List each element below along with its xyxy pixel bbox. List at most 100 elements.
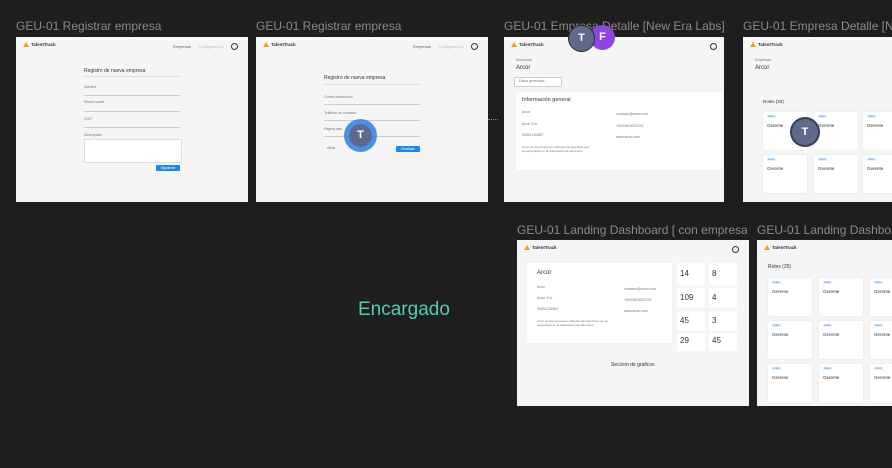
nav-configuracion[interactable]: Configuración [439,44,464,49]
stat-card: 14 [677,263,705,285]
role-card[interactable]: Activo Gerente [819,278,863,316]
stat-value: 8 [712,269,717,278]
back-button[interactable]: Atrás [327,146,335,150]
role-card[interactable]: Activo Gerente [768,278,812,316]
role-card[interactable]: Activo Gerente [768,321,812,359]
app-logo: TalentTrack [524,245,557,251]
role-title: Gerente [823,375,840,380]
field-label-razon-social: Razón social [84,100,105,104]
role-card[interactable]: Activo Gerente [768,364,812,402]
field-label-telefono: Teléfono de contacto [324,111,357,115]
collaborator-avatar-t[interactable]: T [568,25,595,52]
tab-datos-generales[interactable]: Datos generales [514,77,562,87]
stat-value: 3 [712,316,717,325]
info-card: Información general Arcor Arcor S.A. 305… [516,92,722,170]
connector-line [488,119,498,120]
role-card[interactable]: Activo Gerente [870,364,892,402]
nav-empresas[interactable]: Empresas [413,44,431,49]
field-value: Arcor [522,110,531,114]
frame-empresa-detalle-2[interactable]: TalentTrack Empresas Arcor Roles (25) Ac… [743,37,892,202]
field-value: Arcor [537,285,546,289]
frame-landing-dashboard-2[interactable]: TalentTrack Roles (25) Activo Gerente Ac… [757,240,892,406]
textarea-descripcion[interactable] [84,139,182,163]
input-cuit[interactable] [84,127,180,128]
role-badge: Activo [867,115,876,118]
frame-empresa-detalle-1[interactable]: TalentTrack Empresas Arcor Datos general… [504,37,724,202]
field-label-nombre: Nombre [84,85,97,89]
stat-card: 8 [709,263,737,285]
role-title: Gerente [874,375,891,380]
role-card[interactable]: Activo Gerente [763,155,807,193]
frame-title-4[interactable]: GEU-01 Empresa Detalle [New Era Labs] [743,19,892,33]
field-label-cuit: CUIT [84,117,93,121]
role-title: Gerente [767,123,784,128]
role-badge: Activo [767,158,776,161]
frame-title-3[interactable]: GEU-01 Empresa Detalle [New Era Labs] [504,19,724,33]
role-card[interactable]: Activo Gerente [814,155,858,193]
field-label-descripcion: Descripción [84,133,103,137]
canvas-text-encargado[interactable]: Encargado [358,299,450,321]
role-card[interactable]: Activo Gerente [819,364,863,402]
app-logo: TalentTrack [263,42,296,48]
form-heading: Registro de nueva empresa [84,68,146,74]
field-value: 30501234567 [537,307,559,311]
gear-icon[interactable] [710,43,717,50]
company-title: Arcor [537,270,552,276]
company-description: Arcor es una empresa multinacional argen… [522,145,590,153]
finish-button[interactable]: Finalizar [396,146,420,152]
stat-value: 45 [680,316,689,325]
next-button[interactable]: Siguiente [156,165,180,171]
breadcrumb[interactable]: Empresas [516,58,532,62]
roles-title: Roles (25) [768,264,792,270]
gear-icon[interactable] [231,43,238,50]
role-badge: Activo [772,367,781,370]
frame-registrar-empresa-2[interactable]: TalentTrack Empresas Configuración Regis… [256,37,488,202]
stat-card: 4 [709,288,737,308]
frame-landing-dashboard-1[interactable]: TalentTrack Arcor Arcor Arcor S.A. 30501… [517,240,749,406]
role-title: Gerente [772,375,789,380]
role-badge: Activo [818,158,827,161]
role-badge: Activo [772,281,781,284]
app-logo: TalentTrack [23,42,56,48]
stat-card: 45 [709,333,737,351]
gear-icon[interactable] [471,43,478,50]
field-value: contacto@arcor.com [616,112,649,116]
graph-section-label: Seccion de graficos [611,362,655,368]
logo-icon [750,42,756,48]
logo-icon [764,245,770,251]
role-card[interactable]: Activo Gerente [819,321,863,359]
breadcrumb[interactable]: Empresas [755,58,771,62]
role-card[interactable]: Activo Gerente [863,112,892,150]
input-correo[interactable] [324,104,420,105]
input-telefono[interactable] [324,120,420,121]
frame-registrar-empresa-1[interactable]: TalentTrack Empresas Configuración Regis… [16,37,248,202]
role-title: Gerente [772,289,789,294]
input-nombre[interactable] [84,95,180,96]
role-card[interactable]: Activo Gerente [870,278,892,316]
stat-value: 14 [680,269,689,278]
role-card[interactable]: Activo Gerente [863,155,892,193]
input-razon-social[interactable] [84,111,180,112]
stat-value: 109 [680,293,694,302]
field-value: www.arcor.com [616,135,640,139]
frame-title-6[interactable]: GEU-01 Landing Dashboard [ con empresa ] [757,223,892,237]
nav-empresas[interactable]: Empresas [173,44,191,49]
frame-title-1[interactable]: GEU-01 Registrar empresa [16,19,248,33]
roles-title: Roles (25) [763,99,784,104]
role-badge: Activo [772,324,781,327]
field-value: Arcor S.A. [537,296,553,300]
tab-datos-generales-label: Datos generales [519,79,545,83]
gear-icon[interactable] [732,246,739,253]
company-card: Arcor Arcor Arcor S.A. 30501234567 conta… [527,263,672,343]
role-card[interactable]: Activo Gerente [870,321,892,359]
role-title: Gerente [874,332,891,337]
role-card[interactable]: Activo Gerente [814,112,858,150]
role-badge: Activo [823,281,832,284]
role-badge: Activo [823,367,832,370]
collaborator-avatar-t: T [792,119,818,145]
frame-title-2[interactable]: GEU-01 Registrar empresa [256,19,488,33]
role-title: Gerente [823,332,840,337]
stat-card: 29 [677,333,705,351]
nav-configuracion[interactable]: Configuración [199,44,224,49]
frame-title-5[interactable]: GEU-01 Landing Dashboard [ con empresa ] [517,223,747,237]
